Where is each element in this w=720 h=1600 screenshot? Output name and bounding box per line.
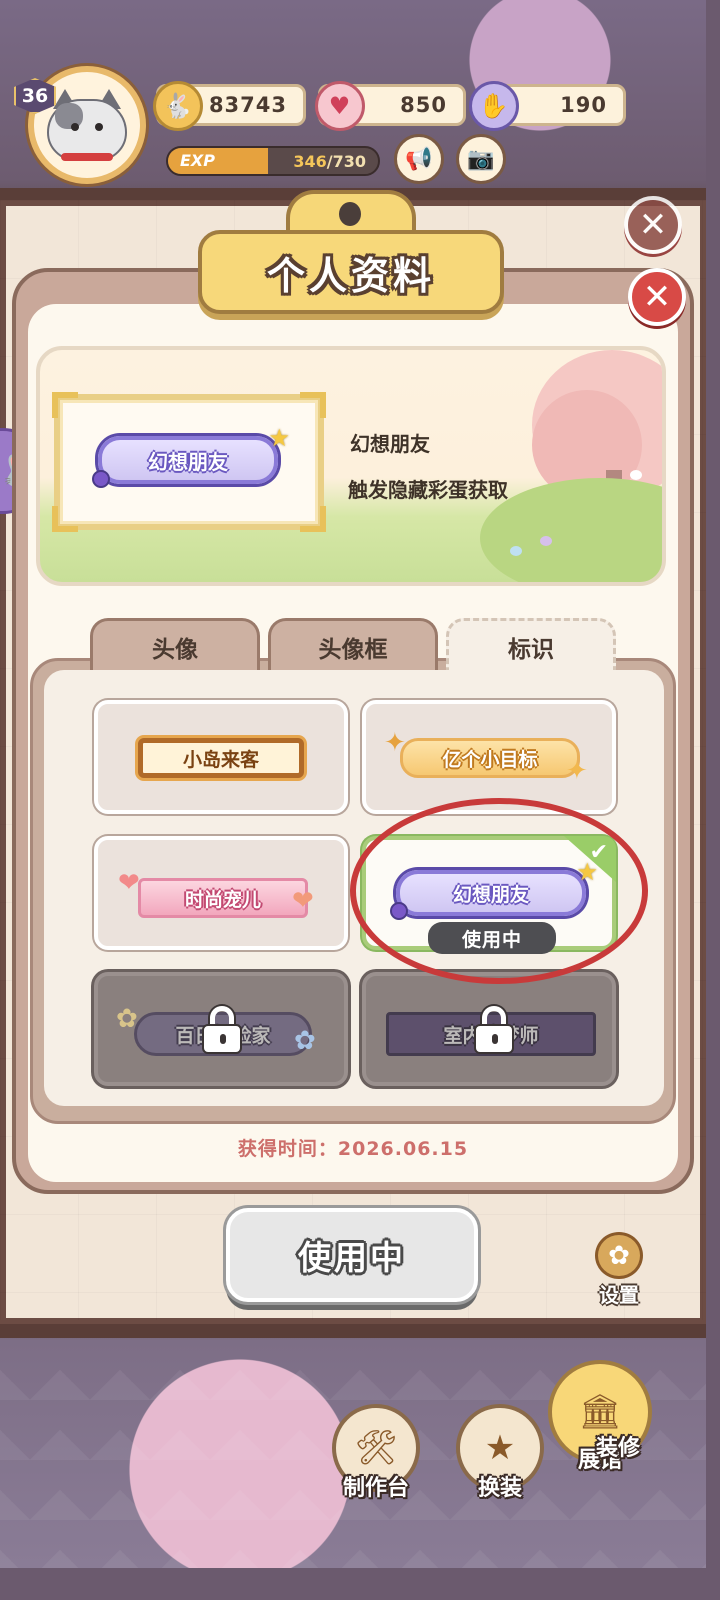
exp-value: 346/730 <box>293 152 366 171</box>
badge-card-island-guest[interactable]: 小岛来客 <box>94 700 348 814</box>
preview-badge-description: 触发隐藏彩蛋获取 <box>348 478 508 502</box>
camera-button[interactable]: 📷 <box>456 134 506 184</box>
coin-counter[interactable]: 🐇 83743 <box>153 81 306 131</box>
energy-value: 190 <box>560 93 607 117</box>
badge-card-small-goal[interactable]: 亿个小目标 ✦ ✦ <box>362 700 616 814</box>
tab-avatar-frame[interactable]: 头像框 <box>268 618 438 672</box>
settings-button[interactable]: ✿ 设置 <box>588 1232 650 1308</box>
close-icon: ✕ <box>638 205 668 245</box>
heart-icon: ❤ <box>292 886 314 916</box>
modal-title: 个人资料 <box>198 230 504 314</box>
badge-card-fantasy-friend[interactable]: 幻想朋友 ★ ✔ 使用中 <box>362 836 616 954</box>
bean-icon: ✦ <box>384 728 406 758</box>
flower-icon: ✿ <box>116 1004 138 1034</box>
close-button[interactable]: ✕ <box>628 268 686 326</box>
lock-icon <box>202 1006 242 1054</box>
modal-title-plate: 个人资料 <box>198 190 504 322</box>
badge-card-fashion-pet[interactable]: 时尚宠儿 ❤ ❤ <box>94 836 348 950</box>
heart-value: 850 <box>400 93 447 117</box>
decor-button[interactable]: 装修 <box>596 1430 640 1462</box>
badge-island-guest: 小岛来客 <box>138 738 304 778</box>
exp-bar: EXP 346/730 <box>166 146 380 176</box>
badge-fashion-pet: 时尚宠儿 <box>138 878 308 918</box>
outfit-button[interactable]: ★ 换装 <box>456 1404 544 1502</box>
obtain-time: 获得时间：2026.06.15 <box>237 1138 469 1160</box>
flower-icon: ✿ <box>294 1026 316 1056</box>
energy-counter[interactable]: ✋ 190 <box>469 81 626 131</box>
lock-icon <box>474 1006 514 1054</box>
preview-badge-name: 幻想朋友 <box>350 432 430 456</box>
preview-frame: 幻想朋友 ★ <box>52 392 326 532</box>
camera-icon: 📷 <box>467 146 495 172</box>
badge-small-goal: 亿个小目标 <box>400 738 580 778</box>
star-icon: ★ <box>268 424 290 452</box>
in-use-pill: 使用中 <box>428 922 556 954</box>
energy-glove-icon: ✋ <box>469 81 519 131</box>
check-icon: ✔ <box>589 840 608 865</box>
background-close-button[interactable]: ✕ <box>624 196 682 254</box>
tag-hole <box>339 202 361 226</box>
megaphone-icon: 📢 <box>405 146 433 172</box>
tab-avatar[interactable]: 头像 <box>90 618 260 672</box>
in-use-button[interactable]: 使用中 <box>226 1208 478 1302</box>
exp-label: EXP <box>180 151 215 170</box>
craft-button[interactable]: 🛠 制作台 <box>332 1404 420 1502</box>
heart-icon: ♥ <box>315 81 365 131</box>
heart-icon: ❤ <box>118 868 140 898</box>
preview-badge: 幻想朋友 ★ <box>92 424 290 488</box>
announcement-button[interactable]: 📢 <box>394 134 444 184</box>
badge-card-explorer-locked[interactable]: 百日探险家 ✿ ✿ <box>94 972 348 1086</box>
badge-fantasy-friend: 幻想朋友 ★ <box>390 858 598 920</box>
tab-badge[interactable]: 标识 <box>446 618 616 672</box>
rabbit-coin-icon: 🐇 <box>153 81 203 131</box>
close-icon: ✕ <box>642 277 672 317</box>
badge-card-dream-maker-locked[interactable]: 室内造梦师 <box>362 972 616 1086</box>
heart-counter[interactable]: ♥ 850 <box>315 81 466 131</box>
coin-value: 83743 <box>208 93 287 117</box>
gear-icon: ✿ <box>595 1232 643 1279</box>
cat-avatar-icon <box>47 89 127 161</box>
sparkle-icon: ✦ <box>566 756 588 786</box>
